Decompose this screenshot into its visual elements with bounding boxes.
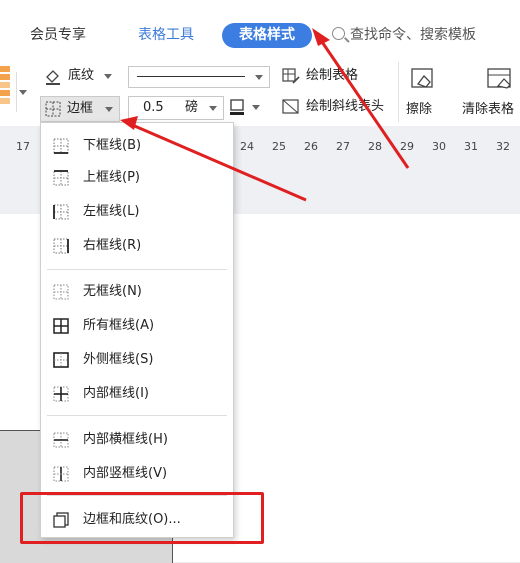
annotation-highlight-box <box>20 492 264 544</box>
line-width-select[interactable]: 0.5 磅 <box>128 96 224 120</box>
border-icon <box>45 101 61 117</box>
menu-item-inside-vertical[interactable]: 内部竖框线(V) <box>41 459 233 489</box>
border-button[interactable]: 边框 <box>40 96 120 122</box>
menu-item-right-border[interactable]: 右框线(R) <box>41 231 233 261</box>
gallery-scroll[interactable] <box>16 72 27 112</box>
menu-item-label: 内部框线(I) <box>83 386 149 401</box>
menu-item-inside-borders[interactable]: 内部框线(I) <box>41 379 233 409</box>
border-bottom-icon <box>53 138 69 154</box>
tab-table-style[interactable]: 表格样式 <box>222 23 312 48</box>
menu-separator <box>47 415 227 416</box>
ruler-tick: 32 <box>496 140 510 153</box>
chevron-down-icon <box>104 74 112 79</box>
paint-bucket-icon <box>46 70 60 85</box>
command-search[interactable]: 查找命令、搜索模板 <box>332 24 476 46</box>
menu-item-label: 内部横框线(H) <box>83 432 168 447</box>
ruler-tick: 26 <box>304 140 318 153</box>
style-swatch-partial[interactable] <box>0 66 10 108</box>
line-width-unit: 磅 <box>185 100 199 115</box>
ribbon: 底纹 边框 0.5 磅 绘制表格 绘制斜线表头 擦除 清除表格 <box>0 62 520 126</box>
border-outside-icon <box>53 352 69 368</box>
tab-table-tools[interactable]: 表格工具 <box>138 24 194 46</box>
chevron-down-icon <box>255 75 263 80</box>
eraser-icon <box>411 68 433 88</box>
ruler-tick: 27 <box>336 140 350 153</box>
ruler-tick: 17 <box>16 140 30 153</box>
search-placeholder: 查找命令、搜索模板 <box>350 27 476 43</box>
menu-item-label: 内部竖框线(V) <box>83 466 168 481</box>
clear-table-button[interactable]: 清除表格 <box>456 64 520 122</box>
menu-item-label: 上框线(P) <box>83 170 140 185</box>
chevron-down-icon <box>105 107 113 112</box>
tab-member[interactable]: 会员专享 <box>30 24 86 46</box>
menu-item-left-border[interactable]: 左框线(L) <box>41 197 233 227</box>
menu-item-inside-horizontal[interactable]: 内部横框线(H) <box>41 425 233 455</box>
chevron-down-icon <box>209 106 217 111</box>
menu-item-top-border[interactable]: 上框线(P) <box>41 163 233 193</box>
draw-table-button[interactable]: 绘制表格 <box>280 66 380 88</box>
border-color-button[interactable] <box>226 96 266 118</box>
ruler-tick: 25 <box>272 140 286 153</box>
pen-color-icon <box>230 99 244 115</box>
line-style-select[interactable] <box>128 66 270 88</box>
tab-bar: 会员专享 表格工具 表格样式 查找命令、搜索模板 <box>0 0 520 62</box>
ruler-tick: 29 <box>400 140 414 153</box>
menu-item-label: 无框线(N) <box>83 284 142 299</box>
border-inside-horizontal-icon <box>53 432 69 448</box>
menu-item-no-border[interactable]: 无框线(N) <box>41 277 233 307</box>
border-none-icon <box>53 284 69 300</box>
menu-item-label: 左框线(L) <box>83 204 140 219</box>
ruler-tick: 31 <box>464 140 478 153</box>
menu-separator <box>47 269 227 270</box>
ruler-tick: 28 <box>368 140 382 153</box>
border-left-icon <box>53 204 69 220</box>
chevron-down-icon <box>19 90 27 95</box>
draw-diagonal-header-label: 绘制斜线表头 <box>306 99 385 114</box>
border-all-icon <box>53 318 69 334</box>
shading-button[interactable]: 底纹 <box>42 66 114 88</box>
clear-table-icon <box>487 68 511 89</box>
menu-item-all-borders[interactable]: 所有框线(A) <box>41 311 233 341</box>
border-dropdown-menu: 下框线(B) 上框线(P) 左框线(L) 右框线(R) 无框线(N) 所有框线(… <box>40 122 234 538</box>
clear-table-label: 清除表格 <box>462 102 515 117</box>
divider <box>398 62 399 122</box>
chevron-down-icon <box>252 105 260 110</box>
menu-item-label: 右框线(R) <box>83 238 142 253</box>
erase-button[interactable]: 擦除 <box>404 64 444 122</box>
draw-table-icon <box>282 68 300 84</box>
diagonal-header-icon <box>282 99 299 114</box>
ruler-tick: 30 <box>432 140 446 153</box>
erase-label: 擦除 <box>406 102 433 117</box>
border-label: 边框 <box>67 101 94 116</box>
border-top-icon <box>53 170 69 186</box>
menu-item-outside-borders[interactable]: 外侧框线(S) <box>41 345 233 375</box>
border-right-icon <box>53 238 69 254</box>
line-width-value: 0.5 <box>143 100 164 115</box>
search-icon <box>332 27 345 40</box>
draw-table-label: 绘制表格 <box>306 68 359 83</box>
shading-label: 底纹 <box>68 68 95 83</box>
menu-item-bottom-border[interactable]: 下框线(B) <box>41 131 233 161</box>
border-inside-icon <box>53 386 69 402</box>
ruler-tick: 24 <box>240 140 254 153</box>
border-inside-vertical-icon <box>53 466 69 482</box>
draw-diagonal-header-button[interactable]: 绘制斜线表头 <box>280 96 400 118</box>
menu-item-label: 下框线(B) <box>83 138 142 153</box>
menu-item-label: 外侧框线(S) <box>83 352 154 367</box>
menu-item-label: 所有框线(A) <box>83 318 155 333</box>
